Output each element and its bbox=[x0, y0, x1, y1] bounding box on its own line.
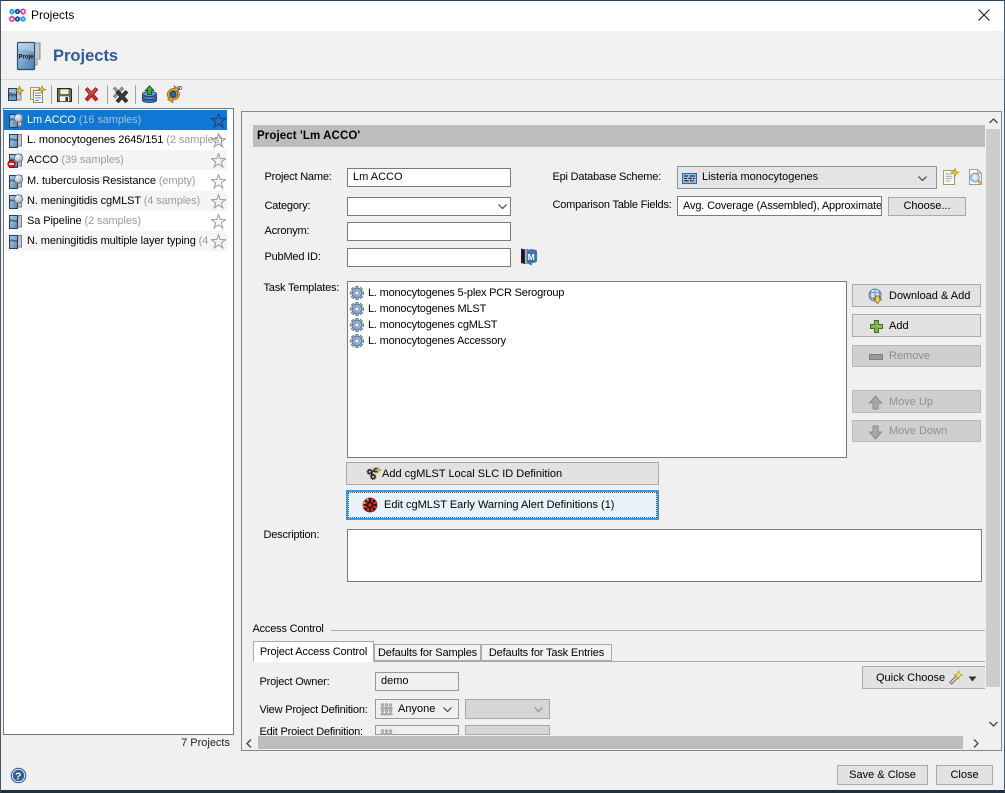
svg-text:Proje: Proje bbox=[19, 55, 35, 61]
svg-text:M: M bbox=[528, 252, 535, 262]
svg-text:?: ? bbox=[15, 771, 21, 783]
svg-text:ID: ID bbox=[178, 86, 183, 92]
svg-text:Proj: Proj bbox=[9, 93, 17, 98]
